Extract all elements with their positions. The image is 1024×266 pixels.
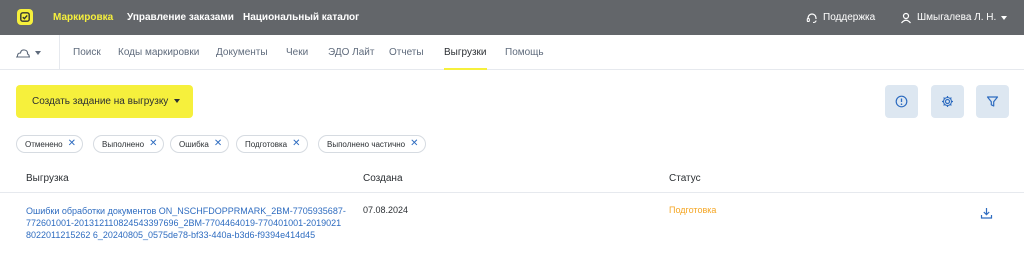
close-icon[interactable]: ✕ — [214, 139, 222, 149]
support-link[interactable]: Поддержка — [806, 0, 875, 35]
close-icon[interactable]: ✕ — [410, 139, 418, 149]
close-icon[interactable]: ✕ — [68, 139, 76, 149]
tab-exports[interactable]: Выгрузки — [444, 35, 487, 70]
filter-chip-label: Отменено — [25, 139, 63, 149]
info-icon — [895, 95, 908, 108]
settings-button[interactable] — [931, 85, 964, 118]
column-header-created[interactable]: Создана — [363, 173, 403, 184]
create-export-task-button[interactable]: Создать задание на выгрузку — [16, 85, 193, 118]
top-nav-order-management[interactable]: Управление заказами — [127, 0, 234, 35]
filter-chip-label: Подготовка — [245, 139, 288, 149]
divider — [59, 35, 60, 70]
filter-icon — [986, 96, 999, 107]
tab-marking-codes[interactable]: Коды маркировки — [118, 35, 199, 70]
close-icon[interactable]: ✕ — [149, 139, 157, 149]
app-logo-icon[interactable] — [17, 9, 33, 25]
status-badge: Подготовка — [669, 205, 717, 215]
filter-chip-label: Выполнено частично — [327, 139, 406, 149]
top-bar: Маркировка Управление заказами Националь… — [0, 0, 1024, 35]
tab-reports[interactable]: Отчеты — [389, 35, 424, 70]
table-row: Ошибки обработки документов ON_NSCHFDOPP… — [0, 193, 1024, 266]
tab-help[interactable]: Помощь — [505, 35, 544, 70]
close-icon[interactable]: ✕ — [292, 139, 300, 149]
sub-nav-bar: Поиск Коды маркировки Документы Чеки ЭДО… — [0, 35, 1024, 70]
filter-chip-label: Ошибка — [179, 139, 209, 149]
chevron-down-icon — [35, 51, 41, 55]
user-menu[interactable]: Шмыгалева Л. Н. — [900, 0, 1008, 35]
top-nav-marking[interactable]: Маркировка — [53, 0, 113, 35]
user-icon — [901, 12, 911, 23]
tab-receipts[interactable]: Чеки — [286, 35, 308, 70]
cloud-icon — [16, 49, 30, 58]
tab-edo-lite[interactable]: ЭДО Лайт — [328, 35, 374, 70]
column-header-export[interactable]: Выгрузка — [26, 173, 69, 184]
filter-chip-label: Выполнено — [102, 139, 145, 149]
filter-chip-cancelled: Отменено ✕ — [16, 135, 83, 153]
tab-documents[interactable]: Документы — [216, 35, 268, 70]
tab-search[interactable]: Поиск — [73, 35, 101, 70]
gear-icon — [942, 96, 953, 107]
filter-chip-partially-completed: Выполнено частично ✕ — [318, 135, 426, 153]
create-export-task-label: Создать задание на выгрузку — [32, 96, 169, 107]
created-date: 07.08.2024 — [363, 205, 409, 215]
filter-chip-preparing: Подготовка ✕ — [236, 135, 308, 153]
filter-button[interactable] — [976, 85, 1009, 118]
headset-icon — [806, 12, 817, 23]
filter-chip-error: Ошибка ✕ — [170, 135, 230, 153]
chevron-down-icon — [174, 99, 180, 103]
support-label: Поддержка — [823, 12, 876, 23]
user-name: Шмыгалева Л. Н. — [917, 12, 997, 23]
top-nav-national-catalog[interactable]: Национальный каталог — [243, 0, 359, 35]
filter-chip-completed: Выполнено ✕ — [93, 135, 165, 153]
home-switcher[interactable] — [15, 43, 49, 63]
info-button[interactable] — [885, 85, 918, 118]
download-icon[interactable] — [980, 207, 993, 220]
table-header: Выгрузка Создана Статус — [0, 165, 1024, 193]
column-header-status[interactable]: Статус — [669, 173, 701, 184]
export-name-link[interactable]: Ошибки обработки документов ON_NSCHFDOPP… — [26, 205, 346, 241]
chevron-down-icon — [1001, 15, 1008, 20]
